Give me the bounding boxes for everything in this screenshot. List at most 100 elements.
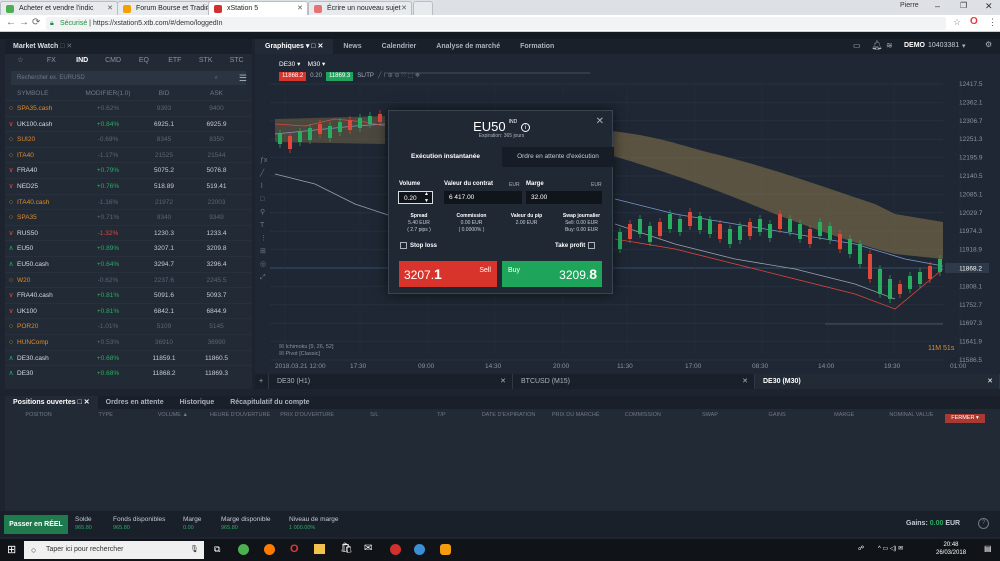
close-window-icon[interactable]: ✕ (985, 1, 993, 12)
taskbar-search-input[interactable]: ○ Taper ici pour rechercher 🎙︎ (24, 541, 204, 559)
row-bid[interactable]: 3207.1 (139, 241, 189, 256)
row-bid[interactable]: 2237.6 (139, 273, 189, 288)
maximize-icon[interactable]: ❐ (960, 1, 967, 10)
close-icon[interactable]: ✕ (500, 374, 506, 389)
market-watch-row[interactable]: ∨ FRA40.cash +0.81% 5091.6 5093.7 (5, 287, 252, 303)
positions-column-header[interactable]: PRIX DU MARCHÉ (542, 409, 609, 422)
back-icon[interactable]: ← (6, 17, 16, 29)
account-dropdown-icon[interactable]: ▾ (962, 42, 966, 50)
browser-tab-1[interactable]: Acheter et vendre l'indic ✕ (0, 1, 118, 15)
contract-value-input[interactable]: 6 417.00 (444, 191, 522, 204)
switch-real-button[interactable]: Passer en RÉEL (4, 515, 68, 534)
market-watch-row[interactable]: ∧ DE30.cash +0.68% 11859.1 11860.5 (5, 349, 252, 366)
windows-start-icon[interactable]: ⊞ (7, 543, 16, 556)
tab-account-summary[interactable]: Récapitulatif du compte (222, 396, 317, 409)
market-watch-row[interactable]: ∨ NED25 +0.76% 518.89 519.41 (5, 177, 252, 194)
chart-tab-btcusd-m15[interactable]: BTCUSD (M15) ✕ (513, 374, 755, 389)
row-bid[interactable]: 9340 (139, 210, 189, 225)
tray-icons[interactable]: ^ ▭ ◁) ✉ (878, 545, 903, 552)
people-icon[interactable]: ☍ (858, 545, 864, 552)
row-ask[interactable]: 3296.4 (189, 257, 244, 272)
tab-news[interactable]: News (333, 39, 371, 54)
market-watch-row[interactable]: ∨ UK100 +0.81% 6842.1 6844.9 (5, 302, 252, 319)
tab-pending-order[interactable]: Ordre en attente d'exécution (502, 147, 614, 167)
row-ask[interactable]: 3209.8 (189, 241, 244, 256)
row-bid[interactable]: 518.89 (139, 179, 189, 194)
browser-tab-3[interactable]: xStation 5 ✕ (208, 1, 308, 15)
positions-column-header[interactable]: POSITION (5, 409, 72, 422)
tab-history[interactable]: Historique (172, 396, 223, 409)
row-ask[interactable]: 5076.8 (189, 163, 244, 178)
positions-column-header[interactable]: T/P (408, 409, 475, 422)
close-all-button[interactable]: FERMER ▾ (945, 414, 985, 423)
chart-tab-de30-h1[interactable]: DE30 (H1) ✕ (269, 374, 513, 389)
row-ask[interactable]: 6844.9 (189, 304, 244, 319)
clock[interactable]: 20:48 26/03/2018 (936, 541, 966, 557)
row-ask[interactable]: 6925.9 (189, 117, 244, 132)
col-symbol[interactable]: SYMBOLE (17, 87, 77, 100)
close-icon[interactable]: ✕ (742, 374, 748, 389)
category-tab[interactable]: CMD (98, 54, 129, 68)
row-bid[interactable]: 5109 (139, 319, 189, 334)
row-bid[interactable]: 1230.3 (139, 226, 189, 241)
browser-tab-4[interactable]: Écrire un nouveau sujet ✕ (308, 1, 412, 15)
info-icon[interactable]: i (520, 123, 530, 133)
opera-icon[interactable]: O (970, 16, 980, 29)
row-ask[interactable]: 2245.5 (189, 273, 244, 288)
market-watch-row[interactable]: ○ ITA40.cash -1.16% 21972 22003 (5, 193, 252, 210)
quick-volume[interactable]: 0.20 (310, 72, 322, 81)
row-bid[interactable]: 5075.2 (139, 163, 189, 178)
notification-bell-icon[interactable]: 🔔︎ (871, 40, 882, 51)
row-ask[interactable]: 8350 (189, 132, 244, 147)
quick-buy-button[interactable]: 11869.3 (325, 72, 354, 81)
close-icon[interactable]: ✕ (596, 116, 604, 127)
url-input[interactable]: 🔒︎ Sécurisé | https://xstation5.xtb.com/#… (46, 17, 946, 30)
tab-instant-execution[interactable]: Exécution instantanée (389, 147, 502, 167)
tab-analyse[interactable]: Analyse de marché (426, 39, 510, 54)
left-tool-strip[interactable]: ƒx ╱ ⌇ □ ⚲ T ⋮ ⊞ ◎ ⤢ (260, 154, 270, 284)
firefox-icon[interactable] (264, 544, 275, 555)
market-watch-row[interactable]: ○ ITA40 -1.17% 21525 21544 (5, 146, 252, 163)
sltp-button[interactable]: SL/TP (357, 72, 374, 81)
positions-column-header[interactable]: TYPE (72, 409, 139, 422)
volume-input[interactable]: 0.20 ▲ ▼ (398, 191, 433, 204)
positions-column-header[interactable]: VOLUME ▲ (139, 409, 206, 422)
row-bid[interactable]: 6842.1 (139, 304, 189, 319)
file-explorer-icon[interactable] (314, 544, 325, 554)
margin-value-input[interactable]: 32.00 (526, 191, 602, 204)
browser-user[interactable]: Pierre (900, 2, 919, 9)
market-watch-row[interactable]: ○ SPA35.cash +0.62% 9393 9400 (5, 100, 252, 116)
store-icon[interactable]: 🛍︎ (340, 543, 353, 554)
market-watch-row[interactable]: ∧ EU50 +0.89% 3207.1 3209.8 (5, 240, 252, 256)
positions-column-header[interactable]: MARGE (811, 409, 878, 422)
category-tab[interactable]: STK (190, 54, 221, 68)
quick-sell-button[interactable]: 11868.2 (279, 72, 307, 81)
sell-button[interactable]: 3207.1 Sell (399, 261, 497, 287)
positions-column-header[interactable]: COMMISSION (609, 409, 676, 422)
row-ask[interactable]: 5093.7 (189, 288, 244, 303)
close-tab-icon[interactable]: ✕ (401, 2, 407, 15)
col-bid[interactable]: BID (139, 87, 189, 100)
minimize-icon[interactable]: – (935, 1, 940, 11)
close-tab-icon[interactable]: ✕ (107, 2, 113, 15)
positions-column-header[interactable]: DATE D'EXPIRATION (475, 409, 542, 422)
category-tab[interactable]: ☆ (5, 54, 36, 68)
take-profit-toggle[interactable]: Take profit (555, 242, 598, 249)
mail-icon[interactable]: ✉ (364, 543, 372, 554)
menu-icon[interactable]: ⋮ (988, 17, 997, 28)
positions-column-header[interactable]: S/L (341, 409, 408, 422)
tab-calendrier[interactable]: Calendrier (372, 39, 427, 54)
chrome-icon[interactable] (238, 544, 249, 555)
stop-loss-checkbox[interactable] (400, 242, 407, 249)
row-ask[interactable]: 5145 (189, 319, 244, 334)
reload-icon[interactable]: ⟳ (32, 17, 40, 29)
settings-gear-icon[interactable]: ⚙︎ (985, 40, 992, 49)
account-id[interactable]: 10403381 (928, 42, 959, 49)
stop-loss-toggle[interactable]: Stop loss (397, 242, 437, 249)
add-chart-tab-button[interactable]: + (255, 374, 269, 389)
take-profit-checkbox[interactable] (588, 242, 596, 249)
chart-symbol[interactable]: DE30 (279, 61, 295, 68)
indicator-legend[interactable]: ☒ Ichimoku [9, 26, 52] ☒ Pivot [Classic] (279, 344, 333, 358)
positions-column-header[interactable]: PRIX D'OUVERTURE (274, 409, 341, 422)
browser-tab-2[interactable]: Forum Bourse et Trading✕ (117, 1, 217, 15)
